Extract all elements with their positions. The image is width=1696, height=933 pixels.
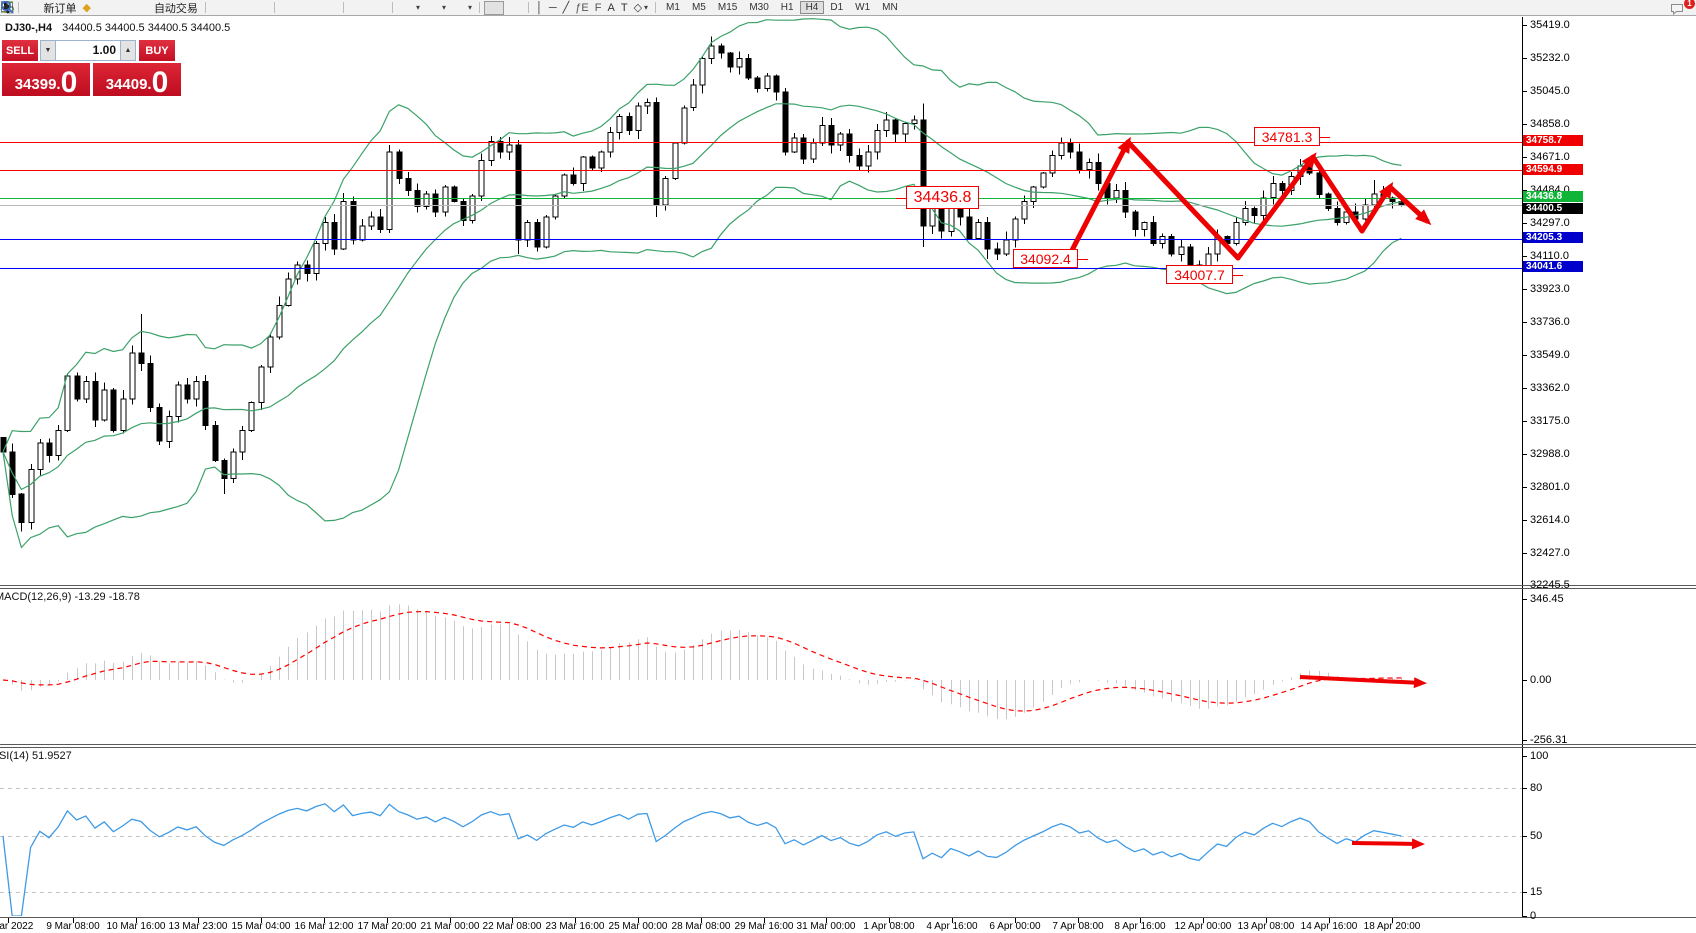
price-callout-annotation[interactable]: 34781.3 xyxy=(1254,127,1320,146)
horizontal-level-lines[interactable] xyxy=(0,143,1522,269)
time-axis-label: 1 Apr 08:00 xyxy=(863,921,914,932)
macd-plot xyxy=(3,604,1402,719)
macd-trend-arrow[interactable] xyxy=(1300,677,1427,688)
macd-axis-tick: -256.31 xyxy=(1530,734,1567,746)
macd-axis-tick: 346.45 xyxy=(1530,593,1564,605)
time-axis-label: 29 Mar 16:00 xyxy=(735,921,794,932)
time-axis-label: 28 Mar 08:00 xyxy=(672,921,731,932)
axis-price-badge: 34758.7 xyxy=(1523,135,1583,146)
price-axis-tick: 35045.0 xyxy=(1530,85,1570,97)
time-axis-label: 22 Mar 08:00 xyxy=(483,921,542,932)
sell-price-main: 34399 xyxy=(15,77,57,92)
time-axis-label: 7 Apr 08:00 xyxy=(1052,921,1103,932)
time-axis-label: 14 Apr 16:00 xyxy=(1301,921,1358,932)
price-axis-tick: 34297.0 xyxy=(1530,217,1570,229)
time-axis-label: 10 Mar 16:00 xyxy=(107,921,166,932)
buy-price-button[interactable]: 34409.0 xyxy=(93,63,181,96)
macd-indicator-label: MACD(12,26,9) -13.29 -18.78 xyxy=(0,591,140,603)
time-axis-label: 17 Mar 20:00 xyxy=(358,921,417,932)
axis-price-badge: 34400.5 xyxy=(1523,203,1583,214)
buy-price-main: 34409 xyxy=(106,77,148,92)
sell-price-pip: 0 xyxy=(61,71,78,95)
rsi-axis-tick: 15 xyxy=(1530,886,1542,898)
time-axis-label: 15 Mar 04:00 xyxy=(232,921,291,932)
time-axis-label: 8 Apr 16:00 xyxy=(1114,921,1165,932)
time-axis-label: 13 Mar 23:00 xyxy=(169,921,228,932)
time-axis-label: 25 Mar 00:00 xyxy=(609,921,668,932)
price-axis-tick: 33175.0 xyxy=(1530,415,1570,427)
price-axis-tick: 33549.0 xyxy=(1530,349,1570,361)
one-click-trade-panel: SELL ▼ 1.00 ▲ BUY 34399.0 34409.0 xyxy=(2,40,182,96)
panel-separator xyxy=(0,747,1696,748)
price-axis-tick: 32801.0 xyxy=(1530,481,1570,493)
buy-button[interactable]: BUY xyxy=(139,40,175,61)
rsi-axis-tick: 100 xyxy=(1530,750,1548,762)
axis-price-badge: 34436.8 xyxy=(1523,191,1583,202)
volume-input[interactable]: 1.00 xyxy=(56,40,120,61)
volume-increase-button[interactable]: ▲ xyxy=(120,40,136,61)
price-axis-tick: 32427.0 xyxy=(1530,547,1570,559)
time-axis-label: 31 Mar 00:00 xyxy=(797,921,856,932)
buy-price-pip: 0 xyxy=(152,71,169,95)
time-axis-label: 16 Mar 12:00 xyxy=(295,921,354,932)
volume-decrease-button[interactable]: ▼ xyxy=(40,40,56,61)
rsi-plot xyxy=(0,789,1522,917)
price-axis-tick: 33923.0 xyxy=(1530,283,1570,295)
panel-separator xyxy=(0,588,1696,589)
rsi-axis-tick: 50 xyxy=(1530,830,1542,842)
ohlc-values: 34400.5 34400.5 34400.5 34400.5 xyxy=(62,22,230,34)
price-axis-tick: 32988.0 xyxy=(1530,448,1570,460)
price-axis-tick: 35232.0 xyxy=(1530,52,1570,64)
time-axis-label: 6 Apr 00:00 xyxy=(989,921,1040,932)
price-callout-annotation[interactable]: 34007.7 xyxy=(1166,265,1233,284)
price-axis-tick: 34671.0 xyxy=(1530,151,1570,163)
callout-anchor-tick xyxy=(1077,259,1088,260)
price-axis-tick: 32614.0 xyxy=(1530,514,1570,526)
time-axis-label: 18 Apr 20:00 xyxy=(1364,921,1421,932)
time-axis-label: 21 Mar 00:00 xyxy=(421,921,480,932)
callout-anchor-tick xyxy=(1232,275,1243,276)
chart-canvas xyxy=(0,0,1696,933)
price-axis-tick: 33362.0 xyxy=(1530,382,1570,394)
price-axis-tick: 33736.0 xyxy=(1530,316,1570,328)
rsi-trend-arrow[interactable] xyxy=(1352,838,1425,849)
panel-separator[interactable] xyxy=(0,585,1696,586)
axis-price-badge: 34594.9 xyxy=(1523,164,1583,175)
time-axis-label: 12 Apr 00:00 xyxy=(1175,921,1232,932)
callout-anchor-tick xyxy=(1319,137,1330,138)
price-axis-tick: 32245.5 xyxy=(1530,579,1570,591)
rsi-axis-tick: 80 xyxy=(1530,782,1542,794)
sell-price-button[interactable]: 34399.0 xyxy=(2,63,90,96)
price-callout-annotation[interactable]: 34092.4 xyxy=(1013,249,1078,268)
time-axis-label: 13 Apr 08:00 xyxy=(1238,921,1295,932)
axis-price-badge: 34205.3 xyxy=(1523,232,1583,243)
axis-price-badge: 34041.6 xyxy=(1523,261,1583,272)
time-axis-label: 4 Apr 16:00 xyxy=(926,921,977,932)
price-axis-tick: 34858.0 xyxy=(1530,118,1570,130)
chart-header: DJ30-,H4 34400.5 34400.5 34400.5 34400.5 xyxy=(5,22,230,34)
rsi-axis-tick: 0 xyxy=(1530,910,1536,922)
sell-button[interactable]: SELL xyxy=(2,40,38,61)
macd-axis-tick: 0.00 xyxy=(1530,674,1551,686)
time-axis-label: 9 Mar 08:00 xyxy=(46,921,99,932)
trading-terminal-window: ◆新订单◆自动交易▾▾▾│─╱ƒEFAT◇▾M1M5M15M30H1H4D1W1… xyxy=(0,0,1696,933)
time-axis-label: 8 Mar 2022 xyxy=(0,921,33,932)
callout-anchor-tick xyxy=(896,198,907,199)
panel-separator[interactable] xyxy=(0,744,1696,745)
symbol-timeframe-label: DJ30-,H4 xyxy=(5,22,52,34)
price-axis-tick: 35419.0 xyxy=(1530,19,1570,31)
rsi-indicator-label: RSI(14) 51.9527 xyxy=(0,750,72,762)
price-callout-annotation[interactable]: 34436.8 xyxy=(906,186,979,209)
time-axis-separator xyxy=(0,917,1696,918)
time-axis-label: 23 Mar 16:00 xyxy=(546,921,605,932)
